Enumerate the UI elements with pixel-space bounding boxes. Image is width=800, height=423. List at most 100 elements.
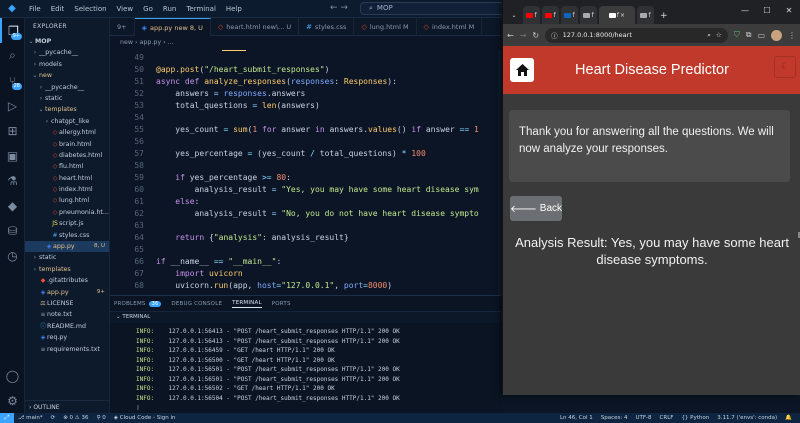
chat-icon[interactable]: ◷ <box>0 243 25 268</box>
tree-item[interactable]: # styles.css <box>25 230 109 241</box>
tree-item[interactable]: › chatgpt_like <box>25 116 109 127</box>
code-editor[interactable]: 49 50 @app.post("/heart_submit_responses")… <box>110 50 502 295</box>
bookmark-star-icon[interactable]: ☆ <box>716 31 722 39</box>
eol-status[interactable]: CRLF <box>656 415 678 421</box>
minimize-icon[interactable]: — <box>734 0 756 22</box>
tree-item[interactable]: ≡ note.txt <box>25 309 109 320</box>
language-mode[interactable]: {} Python <box>677 415 713 421</box>
menu-item-selection[interactable]: Selection <box>69 0 111 18</box>
zoom-icon[interactable]: ⌕ <box>707 31 711 40</box>
profile-avatar[interactable] <box>771 29 782 41</box>
tree-item[interactable]: ◇ index.html <box>25 184 109 195</box>
docker-icon[interactable]: ◆ <box>0 193 25 218</box>
theme-toggle-button[interactable]: ☾ <box>774 56 796 78</box>
menu-item-file[interactable]: File <box>24 0 46 18</box>
remote-explorer-icon[interactable]: ▣ <box>0 143 25 168</box>
ports-status[interactable]: ⚲ 0 <box>93 415 110 421</box>
cloud-code-status[interactable]: ◈ Cloud Code - Sign in <box>110 415 180 421</box>
panel-tab-terminal[interactable]: TERMINAL <box>232 300 262 308</box>
menu-item-view[interactable]: View <box>112 0 139 18</box>
menu-item-help[interactable]: Help <box>221 0 247 18</box>
browser-tab[interactable]: f <box>561 6 578 24</box>
gear-icon[interactable]: ⚙ <box>0 388 25 413</box>
tree-item[interactable]: ⓘ README.md <box>25 321 109 332</box>
tree-item[interactable]: ◇ diabetes.html <box>25 150 109 161</box>
tree-item[interactable]: ⚖ LICENSE <box>25 298 109 309</box>
back-button[interactable]: 🡐 Back <box>510 196 562 221</box>
tree-item[interactable]: ◇ lung.html <box>25 195 109 206</box>
tree-item[interactable]: › models <box>25 59 109 70</box>
tree-item[interactable]: ◈ app.py 9+ <box>25 287 109 298</box>
testing-icon[interactable]: ⚗ <box>0 168 25 193</box>
browser-tab[interactable]: f <box>637 6 654 24</box>
tree-item[interactable]: ≡ requirements.txt <box>25 344 109 355</box>
outline-section[interactable]: › OUTLINE <box>25 400 109 413</box>
sidebar-icon[interactable]: ▭ <box>757 31 765 40</box>
account-icon[interactable]: ◯ <box>0 363 25 388</box>
tree-item[interactable]: ◇ brain.html <box>25 139 109 150</box>
browser-tab[interactable]: f <box>542 6 559 24</box>
python-interpreter[interactable]: 3.11.7 ('envs': conda) <box>713 415 781 421</box>
close-icon[interactable]: ✕ <box>778 0 800 22</box>
editor-tab[interactable]: 9+ <box>110 18 135 36</box>
editor-tab[interactable]: ◇ index.html M <box>417 18 483 36</box>
terminal-cursor[interactable]: ▯ <box>136 403 502 413</box>
encoding-status[interactable]: UTF-8 <box>632 415 656 421</box>
address-bar[interactable]: ⓘ 127.0.0.1:8000/heart ⌕ ☆ <box>545 27 728 43</box>
extension-shield-icon[interactable]: ⛉ <box>734 30 740 40</box>
browser-tab[interactable]: f <box>580 6 597 24</box>
browser-menu-icon[interactable]: ⋮ <box>788 31 796 40</box>
run-debug-icon[interactable]: ▷ <box>0 93 25 118</box>
editor-tab[interactable]: ◈ app.py new 8, U <box>134 18 211 36</box>
extensions-puzzle-icon[interactable]: ⧉ <box>746 30 752 40</box>
breadcrumb[interactable]: new › app.py › ... <box>110 36 502 50</box>
panel-tab-ports[interactable]: PORTS <box>272 301 291 307</box>
tree-item[interactable]: › static <box>25 252 109 263</box>
tree-item[interactable]: › __pycache__ <box>25 47 109 58</box>
bell-icon[interactable]: 🔔 <box>781 415 796 421</box>
tab-search-button[interactable]: ⌄ <box>507 6 521 24</box>
database-icon[interactable]: ⛁ <box>0 218 25 243</box>
tree-item[interactable]: ◇ heart.html <box>25 173 109 184</box>
tree-item[interactable]: ◇ flu.html <box>25 161 109 172</box>
menu-item-run[interactable]: Run <box>158 0 181 18</box>
panel-tab-problems[interactable]: PROBLEMS 36 <box>114 300 162 307</box>
indentation-status[interactable]: Spaces: 4 <box>597 415 632 421</box>
back-arrow-icon[interactable]: ← <box>507 31 514 40</box>
new-tab-icon[interactable]: + <box>656 11 672 24</box>
editor-tab[interactable]: # styles.css <box>299 18 355 36</box>
menu-item-terminal[interactable]: Terminal <box>181 0 221 18</box>
remote-indicator-icon[interactable]: ⤢ <box>0 413 14 423</box>
menu-item-go[interactable]: Go <box>138 0 158 18</box>
tree-item[interactable]: › __pycache__ <box>25 82 109 93</box>
tree-item[interactable]: ◇ pneumonia.ht... <box>25 207 109 218</box>
git-branch[interactable]: ⎇ main* <box>14 415 47 421</box>
tree-item[interactable]: ⌄ templates <box>25 104 109 115</box>
maximize-icon[interactable]: ☐ <box>756 0 778 22</box>
editor-tab[interactable]: ◇ heart.html new\... U <box>211 18 300 36</box>
terminal-output[interactable]: INFO: 127.0.0.1:56413 - "POST /heart_sub… <box>110 323 502 413</box>
tree-item[interactable]: ◇ allergy.html <box>25 127 109 138</box>
tree-item[interactable]: ◈ req.py <box>25 332 109 343</box>
tree-item[interactable]: ◈ app.py 8, U <box>25 241 109 253</box>
browser-tab[interactable]: f <box>523 6 540 24</box>
command-center-search[interactable]: ⌕ MOP <box>360 2 520 15</box>
tree-item[interactable]: › static <box>25 93 109 104</box>
tree-item[interactable]: ◆ .gitattributes <box>25 275 109 286</box>
nav-arrows-icon[interactable]: ← → <box>330 3 348 13</box>
site-info-icon[interactable]: ⓘ <box>551 30 558 40</box>
source-control-icon[interactable]: ⑂ 28 <box>0 68 25 93</box>
tree-item[interactable]: JS script.js <box>25 218 109 229</box>
extensions-icon[interactable]: ⊞ <box>0 118 25 143</box>
tree-item[interactable]: › templates <box>25 264 109 275</box>
tab-close-icon[interactable]: × <box>620 12 625 19</box>
editor-tab[interactable]: ◇ lung.html M <box>354 18 417 36</box>
files-icon[interactable]: ❐ 9+ <box>0 18 25 43</box>
sync-icon[interactable]: ⟳ <box>47 415 60 421</box>
panel-tab-debug-console[interactable]: DEBUG CONSOLE <box>171 301 222 307</box>
problems-status[interactable]: ⊗ 0 ⚠ 36 <box>59 415 92 421</box>
browser-tab[interactable]: f × <box>599 6 635 24</box>
search-icon[interactable]: ⌕ <box>0 43 25 68</box>
tree-item[interactable]: ⌄ new <box>25 70 109 81</box>
cursor-position[interactable]: Ln 46, Col 1 <box>556 415 597 421</box>
